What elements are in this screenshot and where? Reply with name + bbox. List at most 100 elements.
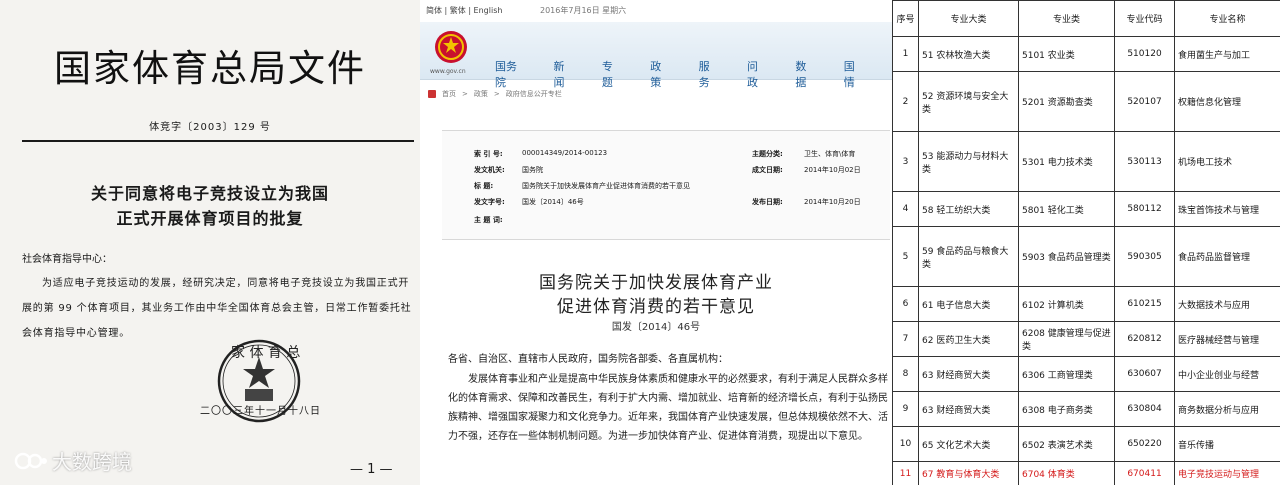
main-nav: 国务院 新闻 专题 政策 服务 问政 数据 国情 bbox=[495, 58, 892, 90]
header-no: 序号 bbox=[892, 0, 919, 37]
article-addressee: 各省、自治区、直辖市人民政府，国务院各部委、各直属机构： bbox=[448, 354, 728, 365]
table-header-row: 序号 专业大类 专业类 专业代码 专业名称 bbox=[892, 0, 1280, 37]
row-number: 10 bbox=[892, 426, 919, 462]
national-emblem-icon[interactable] bbox=[434, 30, 468, 64]
seal-text: 家 体 育 总 bbox=[231, 344, 300, 361]
current-date: 2016年7月16日 星期六 bbox=[540, 6, 627, 15]
header-name: 专业名称 bbox=[1174, 0, 1280, 37]
row-number: 9 bbox=[892, 391, 919, 427]
document-title-line2: 正式开展体育项目的批复 bbox=[116, 209, 304, 228]
article-doc-number: 国发〔2014〕46号 bbox=[611, 322, 701, 333]
table-row: 2 52 资源环境与安全大类 5201 资源勘查类 520107 权籍信息化管理 bbox=[892, 71, 1280, 132]
top-bar: 简体 | 繁体 | English 2016年7月16日 星期六 bbox=[420, 0, 892, 22]
table-row: 5 59 食品药品与粮食大类 5903 食品药品管理类 590305 食品药品监督管理 bbox=[892, 226, 1280, 287]
site-header: www.gov.cn 国务院 新闻 专题 政策 服务 问政 数据 国情 bbox=[420, 22, 892, 89]
meta-title-value: 国务院关于加快发展体育产业促进体育消费的若干意见 bbox=[522, 182, 690, 190]
header-code: 专业代码 bbox=[1114, 0, 1175, 37]
row-class: 5101 农业类 bbox=[1018, 36, 1115, 72]
row-category: 51 农林牧渔大类 bbox=[918, 36, 1019, 72]
nav-item-national[interactable]: 国情 bbox=[844, 58, 864, 90]
row-code: 510120 bbox=[1114, 36, 1175, 72]
row-code: 590305 bbox=[1114, 226, 1175, 287]
meta-row-docno: 发文字号: 国发〔2014〕46号 发布日期: 2014年10月20日 bbox=[442, 197, 890, 213]
table-row: 1 51 农林牧渔大类 5101 农业类 510120 食用菌生产与加工 bbox=[892, 36, 1280, 72]
row-name: 权籍信息化管理 bbox=[1174, 71, 1280, 132]
nav-item-topics[interactable]: 专题 bbox=[602, 58, 622, 90]
site-url: www.gov.cn bbox=[430, 68, 466, 75]
row-code: 580112 bbox=[1114, 191, 1175, 227]
nav-item-inquiry[interactable]: 问政 bbox=[747, 58, 767, 90]
row-category: 65 文化艺术大类 bbox=[918, 426, 1019, 462]
row-code: 610215 bbox=[1114, 286, 1175, 322]
row-number: 4 bbox=[892, 191, 919, 227]
watermark-text: 大数跨境 bbox=[52, 450, 132, 474]
row-number: 1 bbox=[892, 36, 919, 72]
article-title-line2: 促进体育消费的若干意见 bbox=[557, 297, 755, 317]
row-number: 8 bbox=[892, 356, 919, 392]
document-meta-table: 索 引 号: 000014349/2014-00123 主题分类: 卫生、体育\… bbox=[442, 130, 890, 240]
table-row: 8 63 财经商贸大类 6306 工商管理类 630607 中小企业创业与经营 bbox=[892, 356, 1280, 392]
majors-list: 序号 专业大类 专业类 专业代码 专业名称 1 51 农林牧渔大类 5101 农业类… bbox=[892, 0, 1280, 485]
row-name: 机场电工技术 bbox=[1174, 131, 1280, 192]
row-name: 音乐传播 bbox=[1174, 426, 1280, 462]
table-row: 6 61 电子信息大类 6102 计算机类 610215 大数据技术与应用 bbox=[892, 286, 1280, 322]
home-icon[interactable] bbox=[428, 90, 436, 98]
breadcrumb-home[interactable]: 首页 bbox=[442, 89, 456, 99]
nav-item-news[interactable]: 新闻 bbox=[554, 58, 574, 90]
breadcrumb-policy[interactable]: 政策 bbox=[474, 89, 488, 99]
row-category: 53 能源动力与材料大类 bbox=[918, 131, 1019, 192]
meta-published-label: 发布日期: bbox=[752, 198, 783, 206]
breadcrumb-sep: > bbox=[493, 90, 500, 98]
document-addressee: 社会体育指导中心： bbox=[22, 254, 112, 265]
language-links[interactable]: 简体 | 繁体 | English bbox=[426, 5, 502, 16]
row-code: 650220 bbox=[1114, 426, 1175, 462]
nav-item-services[interactable]: 服务 bbox=[699, 58, 719, 90]
nav-item-data[interactable]: 数据 bbox=[795, 58, 815, 90]
table-row: 11 67 教育与体育大类 6704 体育类 670411 电子竞技运动与管理 bbox=[892, 461, 1280, 485]
table-row: 10 65 文化艺术大类 6502 表演艺术类 650220 音乐传播 bbox=[892, 426, 1280, 462]
meta-topic-value: 卫生、体育\体育 bbox=[804, 150, 856, 158]
table-body: 1 51 农林牧渔大类 5101 农业类 510120 食用菌生产与加工 2 52 资源环境… bbox=[892, 36, 1280, 485]
row-code: 670411 bbox=[1114, 461, 1175, 485]
meta-row-title: 标 题: 国务院关于加快发展体育产业促进体育消费的若干意见 bbox=[442, 181, 890, 197]
row-class: 6308 电子商务类 bbox=[1018, 391, 1115, 427]
row-category: 63 财经商贸大类 bbox=[918, 356, 1019, 392]
meta-row-subject: 主 题 词: bbox=[442, 215, 890, 231]
row-name: 珠宝首饰技术与管理 bbox=[1174, 191, 1280, 227]
row-number: 6 bbox=[892, 286, 919, 322]
meta-docno-label: 发文字号: bbox=[474, 198, 505, 206]
row-class: 5801 轻化工类 bbox=[1018, 191, 1115, 227]
row-code: 630607 bbox=[1114, 356, 1175, 392]
table-row: 9 63 财经商贸大类 6308 电子商务类 630804 商务数据分析与应用 bbox=[892, 391, 1280, 427]
state-council-webpage: 简体 | 繁体 | English 2016年7月16日 星期六 www.gov… bbox=[420, 0, 892, 485]
row-code: 630804 bbox=[1114, 391, 1175, 427]
row-code: 620812 bbox=[1114, 321, 1175, 357]
header-class: 专业类 bbox=[1018, 0, 1115, 37]
table-row: 4 58 轻工纺织大类 5801 轻化工类 580112 珠宝首饰技术与管理 bbox=[892, 191, 1280, 227]
row-class: 5903 食品药品管理类 bbox=[1018, 226, 1115, 287]
meta-subject-label: 主 题 词: bbox=[474, 216, 503, 224]
row-class: 6502 表演艺术类 bbox=[1018, 426, 1115, 462]
header-divider bbox=[22, 140, 414, 142]
meta-row-issuer: 发文机关: 国务院 成文日期: 2014年10月02日 bbox=[442, 165, 890, 181]
majors-table: 序号 专业大类 专业类 专业代码 专业名称 1 51 农林牧渔大类 5101 农业类… bbox=[892, 0, 1280, 485]
page-number: — 1 — bbox=[350, 462, 393, 477]
article-title-line1: 国务院关于加快发展体育产业 bbox=[539, 273, 773, 293]
row-number: 11 bbox=[892, 461, 919, 485]
breadcrumb-disclosure[interactable]: 政府信息公开专栏 bbox=[506, 89, 562, 99]
meta-index-value: 000014349/2014-00123 bbox=[522, 149, 608, 157]
header-category: 专业大类 bbox=[918, 0, 1019, 37]
row-number: 2 bbox=[892, 71, 919, 132]
row-class: 6306 工商管理类 bbox=[1018, 356, 1115, 392]
nav-item-state-council[interactable]: 国务院 bbox=[495, 58, 526, 90]
document-title-line1: 关于同意将电子竞技设立为我国 bbox=[90, 184, 329, 203]
nav-item-policy[interactable]: 政策 bbox=[650, 58, 670, 90]
meta-index-label: 索 引 号: bbox=[474, 150, 503, 158]
row-class: 5301 电力技术类 bbox=[1018, 131, 1115, 192]
row-number: 7 bbox=[892, 321, 919, 357]
row-number: 3 bbox=[892, 131, 919, 192]
meta-created-value: 2014年10月02日 bbox=[804, 166, 861, 174]
meta-issuer-value: 国务院 bbox=[522, 166, 543, 174]
meta-published-value: 2014年10月20日 bbox=[804, 198, 861, 206]
row-code: 520107 bbox=[1114, 71, 1175, 132]
